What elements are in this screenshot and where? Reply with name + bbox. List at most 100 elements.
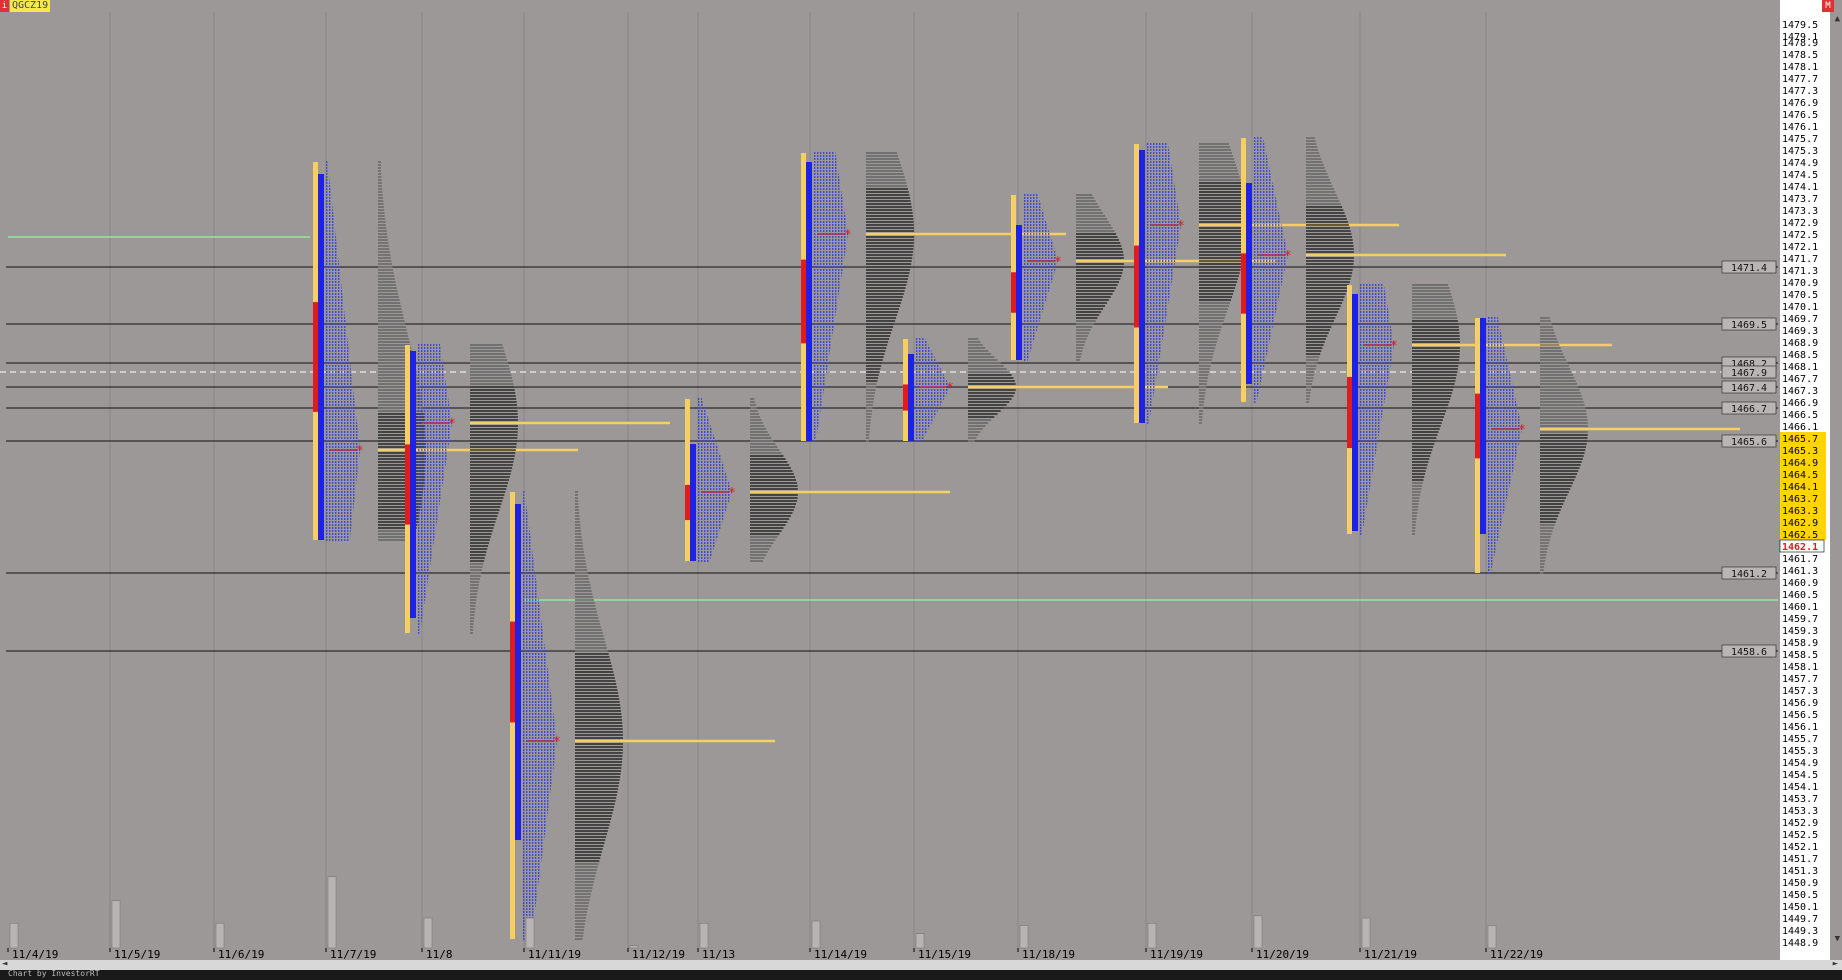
price-tick-label: 1478.9 <box>1782 38 1818 49</box>
price-tick-label: 1452.9 <box>1782 818 1818 829</box>
volume-bar <box>915 933 925 949</box>
horizontal-scrollbar[interactable]: ◄ ► <box>0 959 1842 970</box>
price-tick-label: 1452.5 <box>1782 830 1818 841</box>
price-tick-label: 1453.3 <box>1782 806 1818 817</box>
price-tick-label: 1465.7 <box>1782 434 1818 445</box>
scroll-up-icon[interactable]: ▲ <box>1835 14 1840 24</box>
date-label: 11/19/19 <box>1150 948 1203 960</box>
price-tick-label: 1458.5 <box>1782 650 1818 661</box>
date-label: 11/21/19 <box>1364 948 1417 960</box>
current-price-label: 1462.1 <box>1782 542 1818 553</box>
poc-star: * <box>553 735 561 750</box>
initial-balance-bar <box>1246 183 1252 384</box>
footer-credit: Chart by InvestorRT <box>8 969 100 978</box>
market-profile-chart-window: 1471.4 1469.5 1468.2 1467.9 1467.4 1466.7 1465… <box>0 0 1842 980</box>
price-tick-label: 1464.5 <box>1782 470 1818 481</box>
initial-balance-bar <box>410 351 416 618</box>
price-tick-label: 1457.7 <box>1782 674 1818 685</box>
poc-star: * <box>1390 339 1398 354</box>
level-label: 1467.9 <box>1731 368 1767 379</box>
price-tick-label: 1464.1 <box>1782 482 1818 493</box>
info-icon[interactable]: i <box>0 0 9 12</box>
price-tick-label: 1462.5 <box>1782 530 1818 541</box>
date-label: 11/5/19 <box>114 948 160 960</box>
volume-bar <box>1253 915 1263 949</box>
volume-bar <box>327 876 337 949</box>
date-label: 11/18/19 <box>1022 948 1075 960</box>
volume-bar <box>423 917 433 949</box>
poc-star: * <box>1054 255 1062 270</box>
volume-bar <box>1487 925 1497 949</box>
price-tick-label: 1474.9 <box>1782 158 1818 169</box>
price-tick-label: 1478.1 <box>1782 62 1818 73</box>
volume-bar <box>215 922 225 949</box>
volume-bar <box>811 920 821 949</box>
price-tick-label: 1473.3 <box>1782 206 1818 217</box>
volume-bar <box>9 922 19 949</box>
opening-range-bar <box>903 384 908 411</box>
price-tick-label: 1448.9 <box>1782 938 1818 949</box>
price-tick-label: 1466.1 <box>1782 422 1818 433</box>
opening-range-bar <box>1134 245 1139 328</box>
opening-range-bar <box>685 484 690 521</box>
price-tick-label: 1471.3 <box>1782 266 1818 277</box>
price-tick-label: 1476.9 <box>1782 98 1818 109</box>
opening-range-bar <box>313 302 318 412</box>
price-tick-label: 1478.5 <box>1782 50 1818 61</box>
price-tick-label: 1467.3 <box>1782 386 1818 397</box>
session-profile: * <box>510 491 775 940</box>
scroll-right-icon[interactable]: ► <box>1833 959 1838 969</box>
initial-balance-bar <box>1016 225 1022 360</box>
opening-range-bar <box>1241 253 1246 314</box>
poc-star: * <box>356 444 364 459</box>
date-label: 11/15/19 <box>918 948 971 960</box>
price-tick-label: 1470.9 <box>1782 278 1818 289</box>
price-tick-label: 1463.7 <box>1782 494 1818 505</box>
date-label: 11/11/19 <box>528 948 581 960</box>
price-tick-label: 1458.1 <box>1782 662 1818 673</box>
level-label: 1465.6 <box>1731 437 1767 448</box>
price-tick-label: 1468.5 <box>1782 350 1818 361</box>
volume-bar <box>1147 922 1157 949</box>
volume-bar <box>1361 917 1371 949</box>
date-label: 11/13 <box>702 948 735 960</box>
price-tick-label: 1472.1 <box>1782 242 1818 253</box>
price-scale[interactable]: 1479.51479.11478.91478.51478.11477.71477… <box>1779 0 1830 960</box>
date-axis: 11/4/19 11/5/19 11/6/19 11/7/19 11/8 11/11/19… <box>7 948 1543 960</box>
price-tick-label: 1450.1 <box>1782 902 1818 913</box>
price-tick-label: 1476.1 <box>1782 122 1818 133</box>
price-tick-label: 1466.5 <box>1782 410 1818 421</box>
poc-star: * <box>844 228 852 243</box>
session-profiles: * * * * * * * * * * * <box>313 137 1740 940</box>
opening-range-bar <box>1011 272 1016 313</box>
date-label: 11/14/19 <box>814 948 867 960</box>
footer-bar: Chart by InvestorRT <box>0 969 1842 980</box>
market-profile-chart: 1471.41469.51468.21467.91467.41466.71465… <box>0 0 1830 960</box>
price-tick-label: 1452.1 <box>1782 842 1818 853</box>
price-tick-label: 1467.7 <box>1782 374 1818 385</box>
price-tick-label: 1450.9 <box>1782 878 1818 889</box>
price-tick-label: 1461.3 <box>1782 566 1818 577</box>
scroll-left-icon[interactable]: ◄ <box>2 959 7 969</box>
price-tick-label: 1460.9 <box>1782 578 1818 589</box>
volume-bar <box>1019 925 1029 949</box>
price-tick-label: 1469.7 <box>1782 314 1818 325</box>
initial-balance-bar <box>1352 294 1358 531</box>
price-tick-label: 1477.3 <box>1782 86 1818 97</box>
volume-bar <box>525 917 535 949</box>
price-tick-label: 1456.1 <box>1782 722 1818 733</box>
menu-icon[interactable]: M <box>1822 0 1834 12</box>
price-tick-label: 1479.5 <box>1782 20 1818 31</box>
poc-star: * <box>1284 249 1292 264</box>
initial-balance-bar <box>318 174 324 540</box>
level-label: 1461.2 <box>1731 569 1767 580</box>
session-profile: * <box>903 338 1168 442</box>
price-tick-label: 1470.5 <box>1782 290 1818 301</box>
date-label: 11/4/19 <box>12 948 58 960</box>
scroll-down-icon[interactable]: ▼ <box>1835 934 1840 944</box>
poc-star: * <box>448 417 456 432</box>
price-tick-label: 1464.9 <box>1782 458 1818 469</box>
symbol-label: QGCZ19 <box>10 0 51 12</box>
level-label: 1467.4 <box>1731 383 1767 394</box>
volume-bar <box>699 922 709 949</box>
